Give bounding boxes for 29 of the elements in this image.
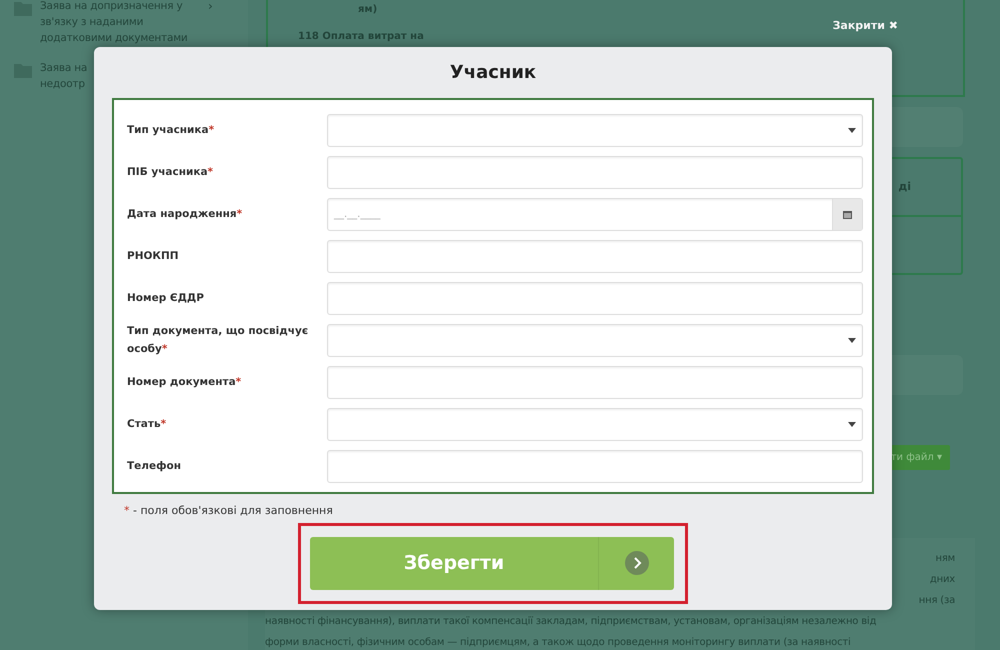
input-field[interactable] [327, 156, 863, 188]
caret-icon [848, 338, 856, 342]
select-field[interactable] [327, 324, 863, 356]
field-label: Тип документа, що посвідчує особу* [127, 324, 310, 357]
field-label: Номер ЄДДР [127, 291, 205, 306]
chevron-icon: › [208, 0, 213, 46]
field-label: Дата народження* [127, 207, 244, 222]
field-label: ПІБ учасника* [127, 165, 214, 180]
input-field[interactable] [327, 450, 863, 482]
select-field[interactable] [327, 408, 863, 440]
input-field[interactable] [327, 282, 863, 314]
field-label: Номер документа* [127, 375, 242, 390]
date-field[interactable]: __.__.____ [327, 198, 863, 230]
caret-icon [848, 422, 856, 426]
select-field[interactable] [327, 114, 863, 146]
save-button[interactable]: Зберегти [310, 536, 674, 590]
input-field[interactable] [327, 240, 863, 272]
field-label: Тип учасника* [127, 123, 216, 138]
dialog-title: Учасник [448, 61, 538, 85]
close-button[interactable]: Закрити ✖ [832, 18, 898, 34]
field-label: РНОКПП [127, 249, 180, 264]
calendar-icon [843, 210, 852, 218]
paragraph-text: дних [930, 574, 955, 585]
required-note: * - поля обов'язкові для заповнення [124, 503, 334, 519]
field-label: Стать* [127, 417, 168, 432]
caret-icon [848, 128, 856, 132]
input-field[interactable] [327, 366, 863, 398]
field-label: Телефон [127, 459, 182, 474]
paragraph-text: ням [936, 553, 955, 564]
